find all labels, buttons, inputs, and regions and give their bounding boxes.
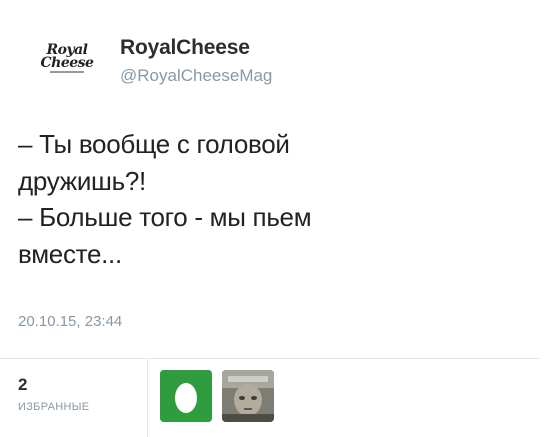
favorites-count[interactable]: 2 bbox=[18, 375, 27, 395]
avatar-logo-line-2: Cheese bbox=[40, 54, 94, 71]
tweet-text-line: вместе... bbox=[18, 238, 122, 269]
avatar-logo-underline bbox=[50, 70, 84, 73]
author-name[interactable]: RoyalCheese bbox=[120, 36, 250, 60]
favorites-label[interactable]: ИЗБРАННЫЕ bbox=[18, 401, 89, 413]
tweet-timestamp[interactable]: 20.10.15, 23:44 bbox=[18, 313, 122, 330]
person-photo-icon bbox=[222, 370, 274, 422]
tweet-text: – Ты вообще с головой дружишь?! – Больше… bbox=[18, 126, 528, 272]
favoriter-avatar-egg[interactable] bbox=[160, 370, 212, 422]
tweet-card: Royal Cheese RoyalCheese @RoyalCheeseMag… bbox=[0, 0, 550, 437]
tweet-header: Royal Cheese RoyalCheese @RoyalCheeseMag bbox=[30, 30, 530, 90]
tweet-text-line: дружишь?! bbox=[18, 165, 146, 196]
author-avatar[interactable]: Royal Cheese bbox=[30, 30, 104, 86]
tweet-text-line: – Ты вообще с головой bbox=[18, 129, 290, 159]
tweet-text-line: – Больше того - мы пьем bbox=[18, 202, 312, 232]
author-handle[interactable]: @RoyalCheeseMag bbox=[120, 66, 272, 86]
stats-divider bbox=[147, 359, 148, 437]
egg-icon bbox=[160, 370, 212, 422]
tweet-stats: 2 ИЗБРАННЫЕ bbox=[0, 359, 540, 437]
favoriter-avatar-photo[interactable] bbox=[222, 370, 274, 422]
